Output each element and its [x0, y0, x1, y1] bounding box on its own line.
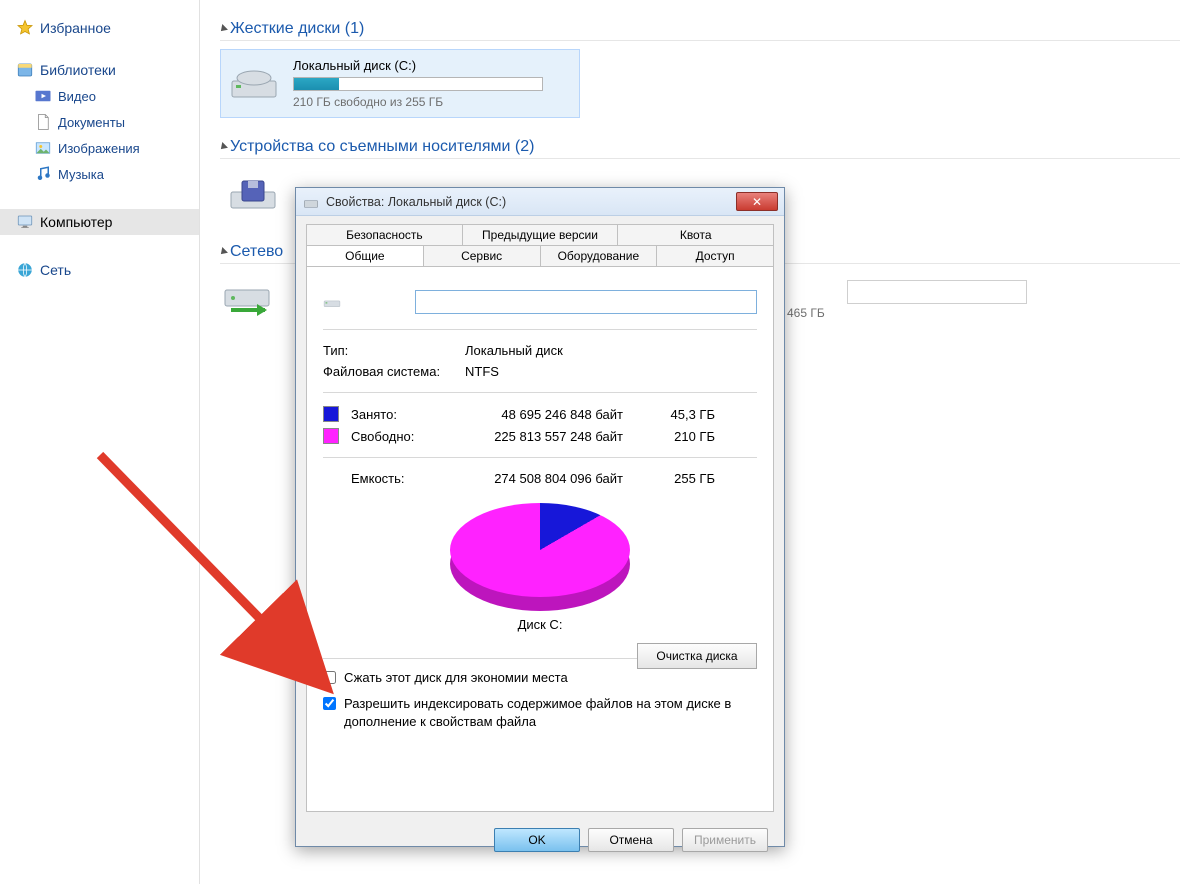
value-used-gb: 45,3 ГБ	[655, 407, 715, 422]
sidebar-item-music[interactable]: Музыка	[0, 161, 199, 187]
close-icon: ✕	[752, 195, 762, 209]
dialog-titlebar[interactable]: Свойства: Локальный диск (C:) ✕	[296, 188, 784, 216]
network-drive-input[interactable]	[847, 280, 1027, 304]
navigation-sidebar: Избранное Библиотеки Видео Документы Изо…	[0, 0, 200, 884]
sidebar-label: Библиотеки	[40, 62, 116, 78]
group-header-hard-disks[interactable]: Жесткие диски (1)	[220, 20, 1180, 41]
sidebar-label: Избранное	[40, 20, 111, 36]
disk-cleanup-button[interactable]: Очистка диска	[637, 643, 757, 669]
sidebar-item-libraries[interactable]: Библиотеки	[0, 57, 199, 83]
close-button[interactable]: ✕	[736, 192, 778, 211]
compress-checkbox[interactable]	[323, 671, 336, 684]
value-filesystem: NTFS	[465, 364, 499, 379]
label-type: Тип:	[323, 343, 453, 358]
tab-hardware[interactable]: Оборудование	[541, 245, 658, 266]
drive-name: Локальный диск (C:)	[293, 58, 571, 73]
sidebar-label: Документы	[58, 115, 125, 130]
label-filesystem: Файловая система:	[323, 364, 453, 379]
value-type: Локальный диск	[465, 343, 563, 358]
video-icon	[34, 87, 52, 105]
tab-security[interactable]: Безопасность	[306, 224, 463, 245]
network-drive-icon	[220, 280, 282, 320]
chevron-down-icon	[218, 24, 228, 34]
label-index: Разрешить индексировать содержимое файло…	[344, 695, 757, 731]
tab-page-general: Тип: Локальный диск Файловая система: NT…	[306, 266, 774, 812]
tab-tools[interactable]: Сервис	[424, 245, 541, 266]
dialog-title: Свойства: Локальный диск (C:)	[326, 195, 506, 209]
dialog-button-row: OK Отмена Применить	[296, 822, 784, 864]
floppy-drive-icon	[228, 175, 278, 215]
drive-icon	[229, 64, 279, 104]
sidebar-item-videos[interactable]: Видео	[0, 83, 199, 109]
label-capacity: Емкость:	[351, 471, 441, 486]
computer-icon	[16, 213, 34, 231]
images-icon	[34, 139, 52, 157]
drive-space-fill	[294, 78, 339, 90]
value-used-bytes: 48 695 246 848 байт	[453, 407, 623, 422]
tab-quota[interactable]: Квота	[618, 224, 774, 245]
sidebar-item-images[interactable]: Изображения	[0, 135, 199, 161]
drive-label-input[interactable]	[415, 290, 757, 314]
label-free: Свободно:	[351, 429, 441, 444]
network-icon	[16, 261, 34, 279]
music-icon	[34, 165, 52, 183]
tab-row-2: Общие Сервис Оборудование Доступ	[296, 245, 784, 266]
cancel-button[interactable]: Отмена	[588, 828, 674, 852]
ok-button[interactable]: OK	[494, 828, 580, 852]
disk-label: Диск C:	[323, 617, 757, 632]
tab-sharing[interactable]: Доступ	[657, 245, 774, 266]
sidebar-item-network[interactable]: Сеть	[0, 257, 199, 283]
value-free-gb: 210 ГБ	[655, 429, 715, 444]
tab-row-1: Безопасность Предыдущие версии Квота	[296, 216, 784, 245]
group-header-removable[interactable]: Устройства со съемными носителями (2)	[220, 138, 1180, 159]
sidebar-item-favorites[interactable]: Избранное	[0, 15, 199, 41]
label-used: Занято:	[351, 407, 441, 422]
documents-icon	[34, 113, 52, 131]
value-capacity-gb: 255 ГБ	[655, 471, 715, 486]
sidebar-label: Компьютер	[40, 214, 112, 230]
group-title: Устройства со съемными носителями (2)	[230, 138, 534, 156]
value-free-bytes: 225 813 557 248 байт	[453, 429, 623, 444]
drive-icon	[302, 194, 320, 210]
disk-usage-pie	[450, 503, 630, 613]
sidebar-label: Музыка	[58, 167, 104, 182]
label-compress: Сжать этот диск для экономии места	[344, 669, 568, 687]
sidebar-label: Видео	[58, 89, 96, 104]
libraries-icon	[16, 61, 34, 79]
sidebar-label: Сеть	[40, 262, 71, 278]
group-title: Сетево	[230, 243, 283, 261]
chevron-down-icon	[218, 142, 228, 152]
index-checkbox[interactable]	[323, 697, 336, 710]
properties-dialog: Свойства: Локальный диск (C:) ✕ Безопасн…	[295, 187, 785, 847]
tab-general[interactable]: Общие	[306, 245, 424, 266]
tab-previous-versions[interactable]: Предыдущие версии	[463, 224, 619, 245]
apply-button[interactable]: Применить	[682, 828, 768, 852]
swatch-used	[323, 406, 339, 422]
swatch-free	[323, 428, 339, 444]
sidebar-label: Изображения	[58, 141, 140, 156]
star-icon	[16, 19, 34, 37]
chevron-down-icon	[218, 247, 228, 257]
group-title: Жесткие диски (1)	[230, 20, 364, 38]
drive-item-c[interactable]: Локальный диск (C:) 210 ГБ свободно из 2…	[220, 49, 580, 118]
network-drive-size: 465 ГБ	[787, 306, 1027, 320]
drive-icon	[323, 288, 341, 316]
drive-free-text: 210 ГБ свободно из 255 ГБ	[293, 95, 571, 109]
drive-space-bar	[293, 77, 543, 91]
sidebar-item-documents[interactable]: Документы	[0, 109, 199, 135]
sidebar-item-computer[interactable]: Компьютер	[0, 209, 199, 235]
value-capacity-bytes: 274 508 804 096 байт	[453, 471, 623, 486]
